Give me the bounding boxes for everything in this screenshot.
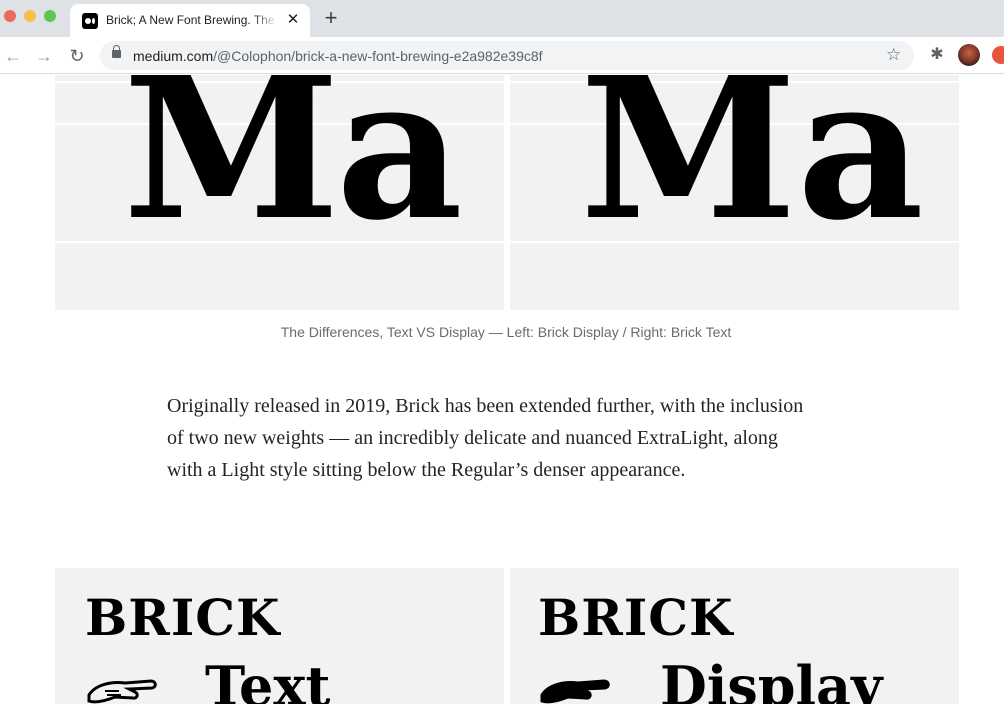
minimize-window-button[interactable] <box>24 10 36 22</box>
url-text[interactable]: medium.com/@Colophon/brick-a-new-font-br… <box>133 48 543 64</box>
tab-strip: Brick; A New Font Brewing. The Differenc… <box>0 0 1004 37</box>
forward-icon[interactable]: → <box>33 45 55 67</box>
url-domain: medium.com <box>133 48 214 64</box>
new-tab-button[interactable]: + <box>320 7 342 29</box>
brick-display-label: Display <box>660 654 883 704</box>
brick-title: BRICK <box>85 588 281 647</box>
text-glyphs: Ma <box>580 75 924 264</box>
figure2-panel-left: BRICK Text <box>55 568 504 704</box>
address-bar[interactable]: medium.com/@Colophon/brick-a-new-font-br… <box>100 41 914 70</box>
brick-title: BRICK <box>538 588 734 647</box>
back-icon[interactable]: ← <box>2 45 24 67</box>
figure-panel-right: Ma <box>510 75 959 310</box>
medium-favicon-icon <box>82 13 98 29</box>
close-window-button[interactable] <box>4 10 16 22</box>
figure2-panel-right: BRICK Display <box>510 568 959 704</box>
url-path: /@Colophon/brick-a-new-font-brewing-e2a9… <box>213 48 543 64</box>
extension-icon[interactable] <box>992 46 1004 64</box>
maximize-window-button[interactable] <box>44 10 56 22</box>
tab-close-icon[interactable]: ✕ <box>284 11 302 29</box>
browser-tab[interactable]: Brick; A New Font Brewing. The Differenc… <box>70 4 310 37</box>
display-glyphs: Ma <box>123 75 463 264</box>
browser-toolbar: ← → ↻ medium.com/@Colophon/brick-a-new-f… <box>0 37 1004 74</box>
figure-caption: The Differences, Text VS Display — Left:… <box>280 324 732 340</box>
brick-text-label: Text <box>205 654 331 704</box>
article-paragraph: Originally released in 2019, Brick has b… <box>167 395 804 481</box>
pointing-hand-icon <box>87 679 157 704</box>
figure-panel-left: Ma <box>55 75 504 310</box>
bookmark-star-icon[interactable]: ☆ <box>886 45 901 65</box>
profile-avatar[interactable] <box>958 44 980 66</box>
tab-title: Brick; A New Font Brewing. The Differenc… <box>106 13 278 27</box>
extensions-puzzle-icon[interactable]: ✱ <box>928 46 946 64</box>
lock-icon <box>112 45 121 58</box>
pointing-hand-icon <box>540 679 610 704</box>
reload-icon[interactable]: ↻ <box>66 45 88 67</box>
article-content: Ma Ma The Differences, Text VS Display —… <box>0 75 1004 704</box>
